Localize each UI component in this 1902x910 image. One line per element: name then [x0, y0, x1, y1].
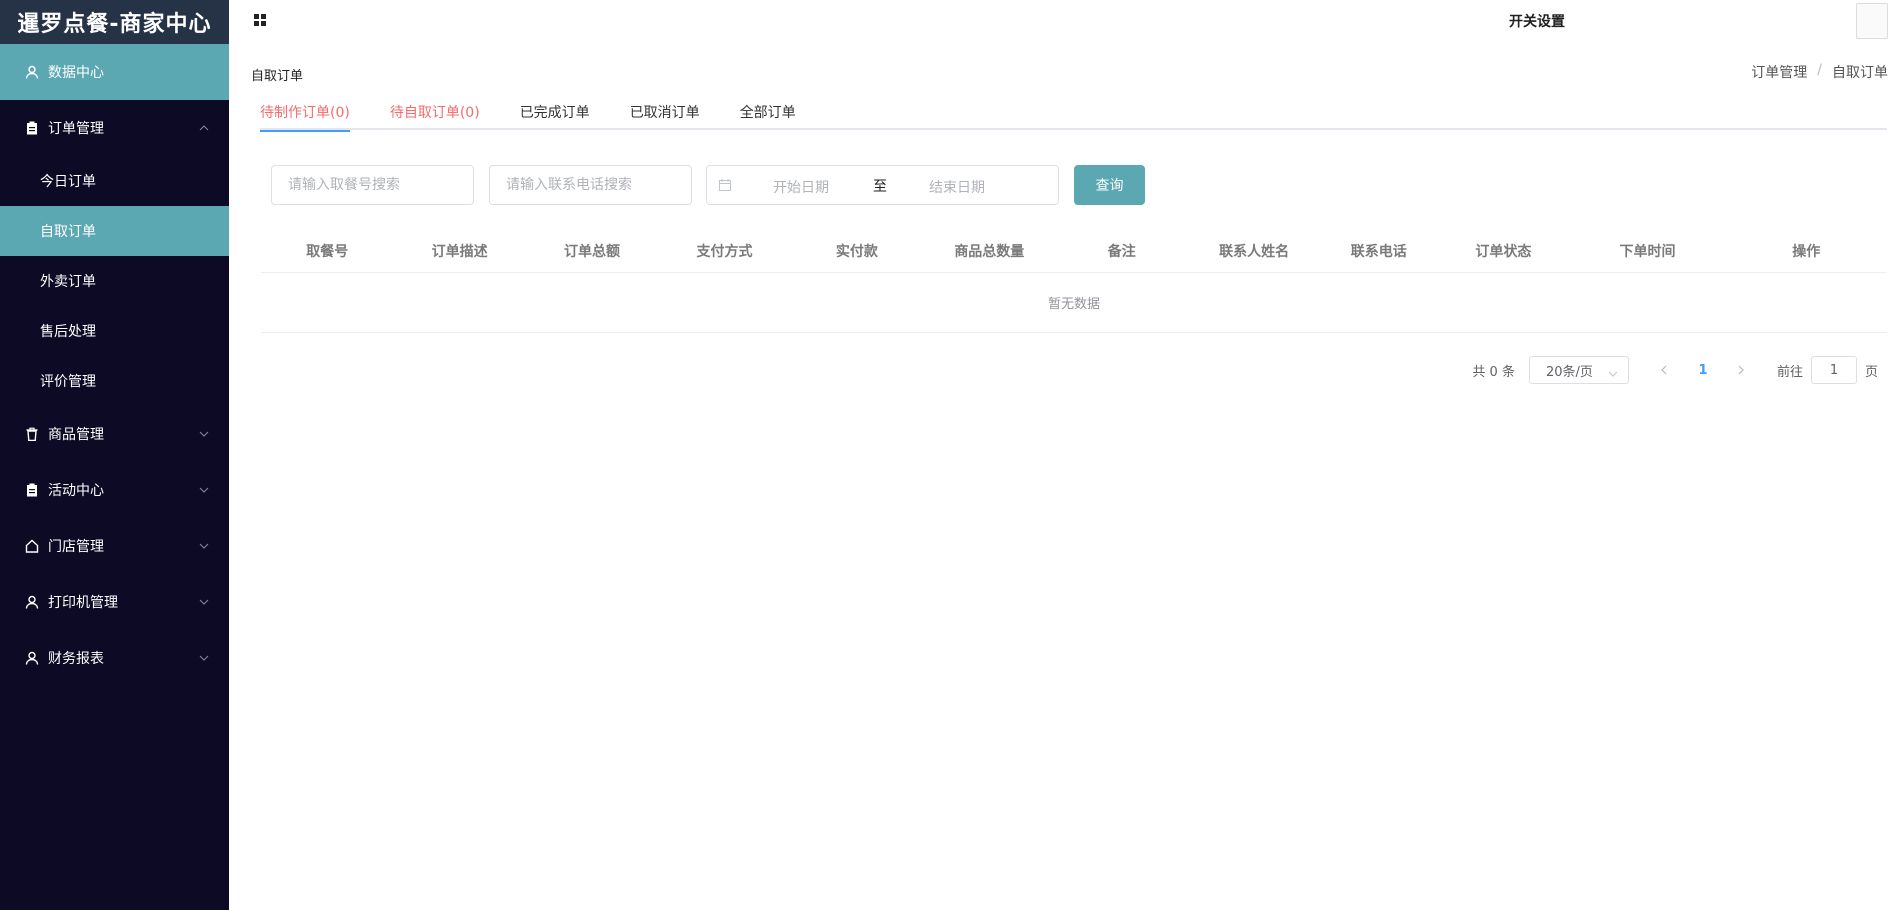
sidebar-item-product-management[interactable]: 商品管理 — [0, 406, 229, 462]
sidebar-subitem-today-orders[interactable]: 今日订单 — [0, 156, 229, 206]
user-icon — [24, 64, 40, 80]
tab-completed[interactable]: 已完成订单 — [520, 96, 590, 130]
chevron-down-icon — [199, 541, 209, 551]
goto-page-input[interactable] — [1810, 356, 1857, 384]
prev-page-button[interactable] — [1649, 356, 1679, 384]
avatar[interactable] — [1856, 3, 1888, 39]
sidebar-subitem-pickup-orders[interactable]: 自取订单 — [0, 206, 229, 256]
sidebar-item-printer-management[interactable]: 打印机管理 — [0, 574, 229, 630]
tab-pending-pickup[interactable]: 待自取订单(0) — [390, 96, 480, 130]
search-bar: 开始日期 至 结束日期 查询 — [271, 165, 1145, 205]
start-date-input[interactable]: 开始日期 — [773, 177, 829, 197]
orders-table: 取餐号 订单描述 订单总额 支付方式 实付款 商品总数量 备注 联系人姓名 联系… — [261, 229, 1887, 333]
chevron-right-icon — [1739, 365, 1745, 375]
table-empty-text: 暂无数据 — [261, 273, 1887, 333]
date-range-separator: 至 — [873, 179, 887, 195]
pagination: 共 0 条 20条/页 1 前往 页 — [1472, 356, 1878, 384]
column-header-order-total: 订单总额 — [564, 243, 621, 260]
page-size-select[interactable]: 20条/页 — [1528, 356, 1629, 384]
column-header-payment-method: 支付方式 — [696, 243, 753, 260]
chevron-down-icon — [199, 485, 209, 495]
sidebar-item-label: 活动中心 — [48, 483, 104, 499]
calendar-icon — [719, 179, 731, 191]
column-header-amount-paid: 实付款 — [835, 243, 878, 260]
sidebar-item-label: 商品管理 — [48, 427, 104, 443]
menu-toggle-icon[interactable] — [254, 14, 266, 26]
chevron-down-icon — [199, 597, 209, 607]
column-header-contact-phone: 联系电话 — [1350, 243, 1407, 260]
page-suffix-label: 页 — [1864, 364, 1878, 380]
clipboard-icon — [24, 120, 40, 136]
home-icon — [24, 538, 40, 554]
sidebar-item-data-center[interactable]: 数据中心 — [0, 44, 229, 100]
sidebar-subitem-after-sales[interactable]: 售后处理 — [0, 306, 229, 356]
column-header-contact-name: 联系人姓名 — [1219, 243, 1290, 260]
column-header-order-description: 订单描述 — [431, 243, 488, 260]
chevron-down-icon — [199, 653, 209, 663]
column-header-actions: 操作 — [1792, 243, 1821, 260]
sidebar-item-label: 数据中心 — [48, 65, 104, 81]
page-size-value: 20条/页 — [1545, 364, 1593, 380]
next-page-button[interactable] — [1727, 356, 1757, 384]
sidebar-item-label: 财务报表 — [48, 651, 104, 667]
chevron-down-icon — [199, 429, 209, 439]
trash-icon — [24, 426, 40, 442]
tab-all-orders[interactable]: 全部订单 — [740, 96, 796, 130]
sidebar-item-activity-center[interactable]: 活动中心 — [0, 462, 229, 518]
sidebar-item-label: 订单管理 — [48, 121, 104, 137]
pagination-total: 共 0 条 — [1472, 364, 1515, 380]
breadcrumb: 订单管理 / 自取订单 — [1751, 62, 1888, 82]
query-button[interactable]: 查询 — [1074, 165, 1145, 205]
end-date-input[interactable]: 结束日期 — [929, 177, 985, 197]
column-header-order-status: 订单状态 — [1475, 243, 1532, 260]
sidebar-item-store-management[interactable]: 门店管理 — [0, 518, 229, 574]
breadcrumb-current: 自取订单 — [1832, 65, 1888, 81]
sidebar-item-label: 打印机管理 — [48, 595, 118, 611]
column-header-order-time: 下单时间 — [1619, 243, 1676, 260]
breadcrumb-separator: / — [1817, 62, 1822, 78]
sidebar-item-label: 门店管理 — [48, 539, 104, 555]
pagination-goto: 前往 页 — [1777, 356, 1878, 384]
breadcrumb-parent[interactable]: 订单管理 — [1751, 62, 1807, 82]
clipboard-icon — [24, 482, 40, 498]
sidebar-subitem-delivery-orders[interactable]: 外卖订单 — [0, 256, 229, 306]
chevron-down-icon — [1608, 366, 1618, 377]
page-title: 自取订单 — [251, 69, 304, 84]
sidebar: 暹罗点餐-商家中心 数据中心 订单管理 今日订单 自取订单 外卖订单 售后处理 … — [0, 0, 229, 910]
sidebar-item-order-management[interactable]: 订单管理 — [0, 100, 229, 156]
chevron-up-icon — [199, 123, 209, 133]
chevron-left-icon — [1661, 365, 1667, 375]
page-number-current[interactable]: 1 — [1679, 356, 1727, 384]
sidebar-subitem-reviews[interactable]: 评价管理 — [0, 356, 229, 406]
sidebar-item-financial-reports[interactable]: 财务报表 — [0, 630, 229, 686]
order-tabs: 待制作订单(0) 待自取订单(0) 已完成订单 已取消订单 全部订单 — [260, 96, 1887, 132]
goto-label: 前往 — [1776, 364, 1803, 380]
tab-pending-preparation[interactable]: 待制作订单(0) — [260, 96, 350, 132]
table-header-row: 取餐号 订单描述 订单总额 支付方式 实付款 商品总数量 备注 联系人姓名 联系… — [261, 229, 1887, 273]
app-logo-title: 暹罗点餐-商家中心 — [0, 0, 229, 44]
top-header: 开关设置 — [229, 0, 1902, 40]
user-icon — [24, 650, 40, 666]
sidebar-menu: 数据中心 订单管理 今日订单 自取订单 外卖订单 售后处理 评价管理 商品管理 — [0, 44, 229, 686]
user-icon — [24, 594, 40, 610]
pickup-number-search-input[interactable] — [271, 165, 474, 205]
switch-settings-link[interactable]: 开关设置 — [1509, 11, 1565, 31]
tab-cancelled[interactable]: 已取消订单 — [630, 96, 700, 130]
column-header-item-count: 商品总数量 — [954, 243, 1025, 260]
column-header-pickup-number: 取餐号 — [306, 243, 349, 260]
column-header-remarks: 备注 — [1107, 243, 1136, 260]
date-range-picker[interactable]: 开始日期 至 结束日期 — [706, 165, 1059, 205]
phone-search-input[interactable] — [489, 165, 692, 205]
